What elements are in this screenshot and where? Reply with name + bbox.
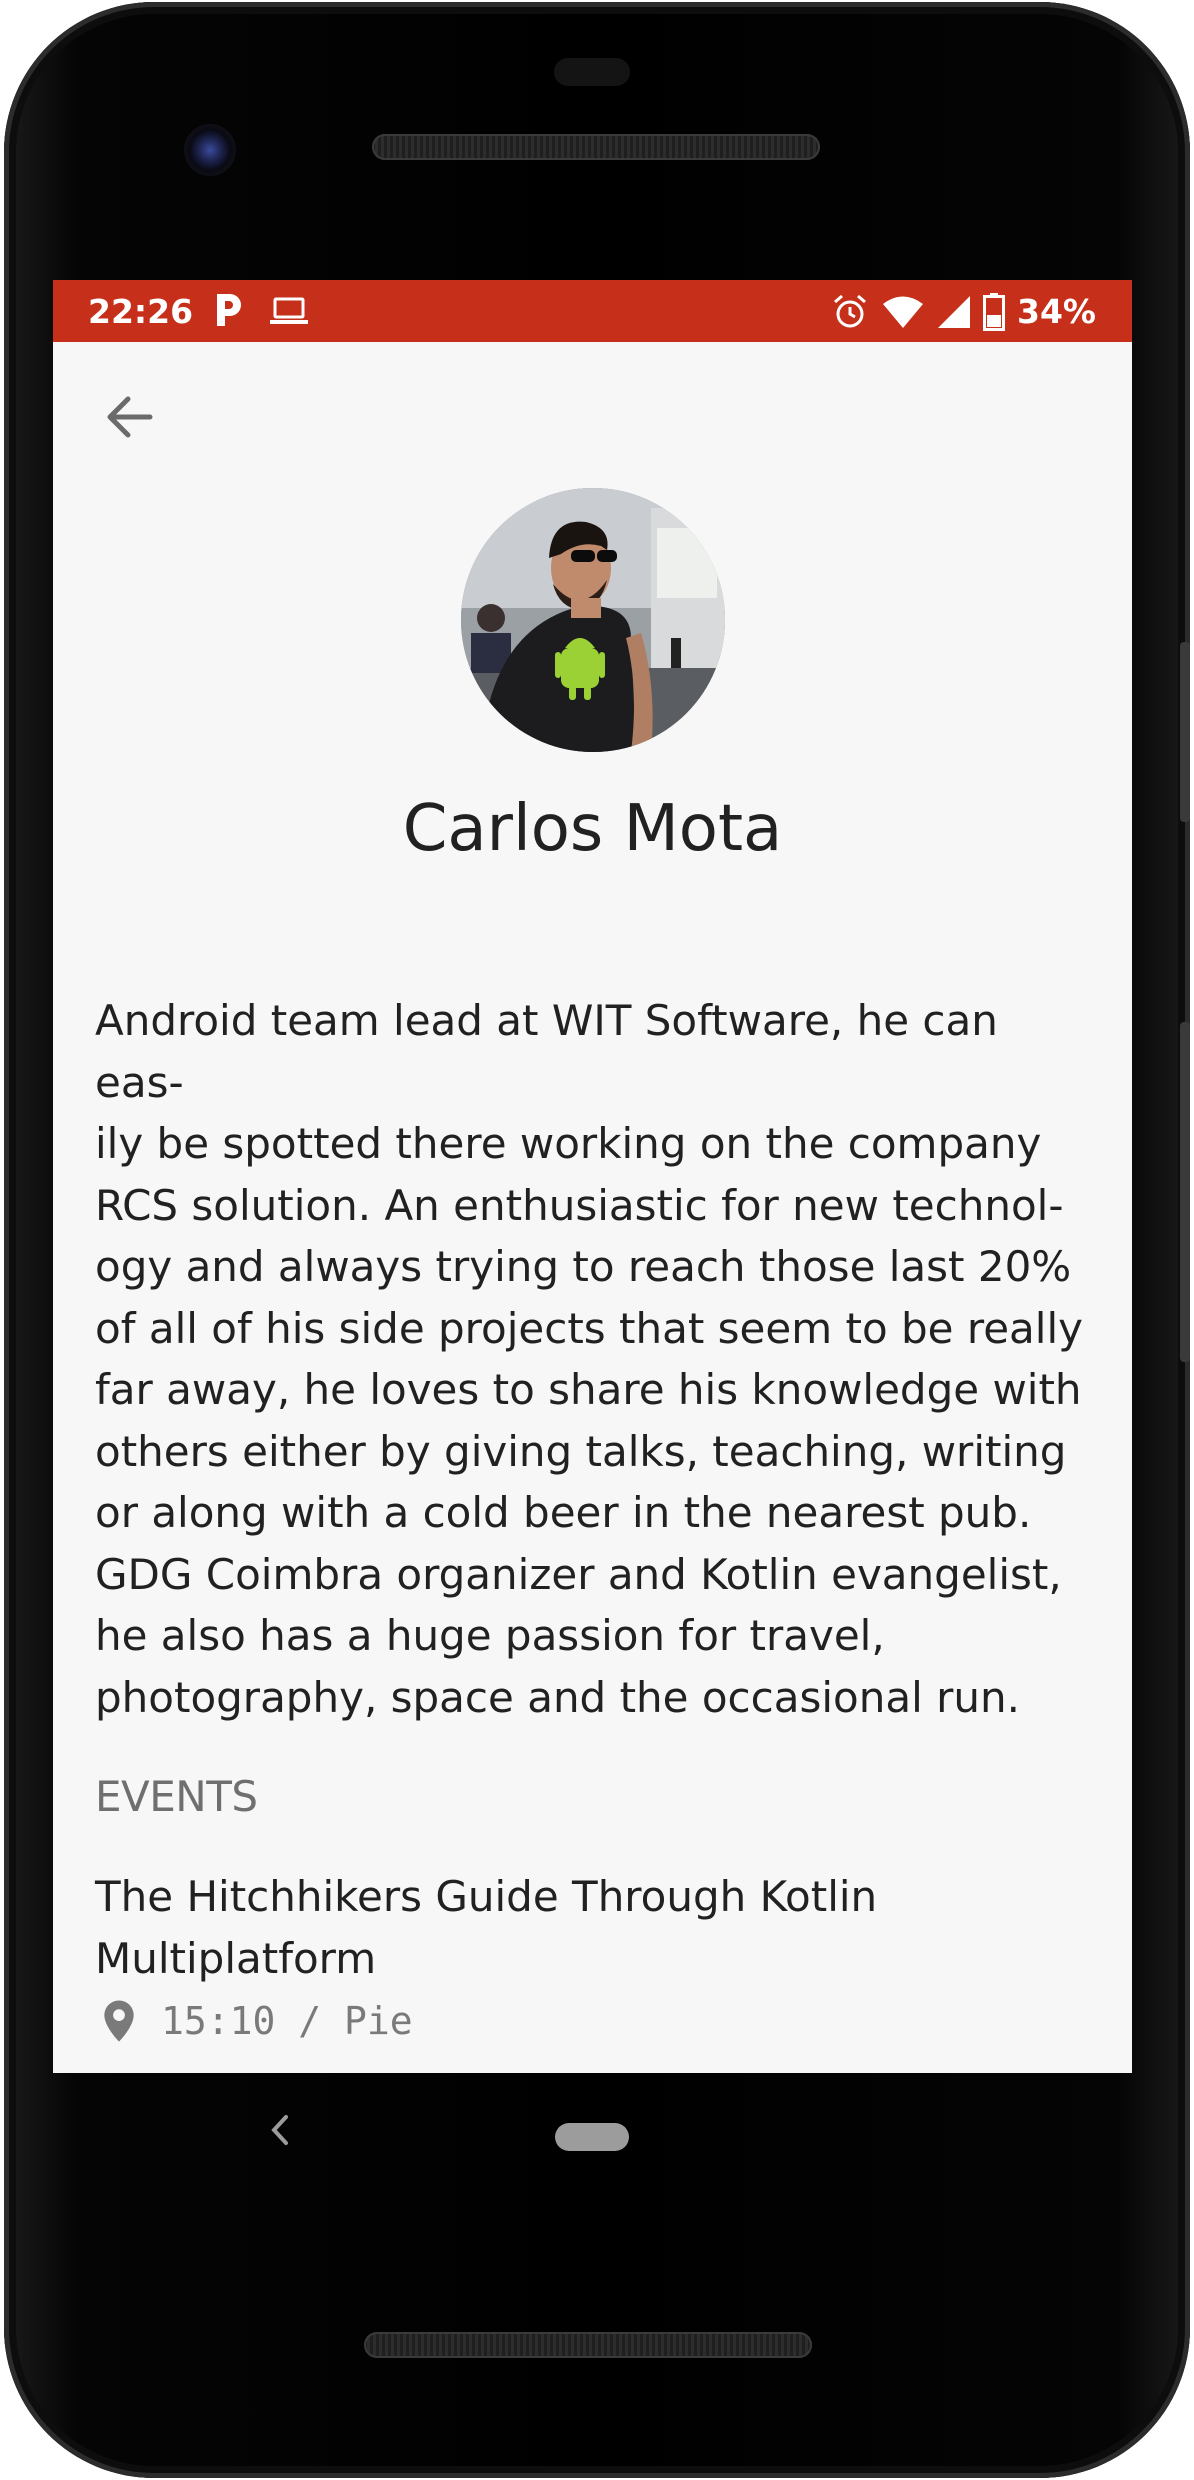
bio-line: photography, space and the occasional ru…: [95, 1672, 1020, 1722]
laptop-icon: [270, 297, 308, 324]
events-section-header: EVENTS: [95, 1772, 258, 1821]
wifi-icon: [883, 296, 923, 328]
bio-line: he also has a huge passion for travel,: [95, 1611, 885, 1660]
front-camera: [184, 124, 236, 176]
speaker-photo: [461, 488, 725, 752]
event-title-line: Multiplatform: [95, 1933, 377, 1983]
back-button[interactable]: [93, 380, 167, 454]
bio-line: RCS solution. An enthusiastic for new te…: [95, 1180, 1064, 1230]
battery-percent: 34%: [1017, 292, 1096, 331]
event-list-item[interactable]: The Hitchhikers Guide Through Kotlin Mul…: [95, 1866, 1095, 2043]
nav-back-icon[interactable]: [268, 2113, 292, 2147]
event-title: The Hitchhikers Guide Through Kotlin Mul…: [95, 1866, 1095, 1989]
bio-line: ogy and always trying to reach those las…: [95, 1242, 1072, 1291]
status-right-group: 34%: [831, 292, 1096, 331]
speaker-name: Carlos Mota: [402, 792, 783, 866]
bottom-speaker: [364, 2332, 812, 2358]
status-bar: 22:26 34%: [53, 280, 1132, 342]
app-screen: 22:26 34% Carlos Mota Android team lead …: [53, 280, 1132, 2073]
location-pin-icon: [104, 2000, 134, 2042]
power-button: [1180, 642, 1190, 822]
proximity-sensor: [554, 58, 630, 86]
parking-icon: [217, 294, 241, 326]
status-time: 22:26: [88, 292, 194, 331]
event-time-location: 15:10 / Pie: [161, 1999, 413, 2043]
bio-line: or along with a cold beer in the nearest…: [95, 1488, 1032, 1537]
bio-line: others either by giving talks, teaching,…: [95, 1426, 1067, 1476]
earpiece-speaker: [372, 134, 820, 160]
bio-line: GDG Coimbra organizer and Kotlin evangel…: [95, 1549, 1062, 1599]
battery-icon: [983, 292, 1005, 331]
bio-line: of all of his side projects that seem to…: [95, 1303, 1083, 1353]
speaker-avatar: [461, 488, 725, 752]
bio-line: Android team lead at WIT Software, he ca…: [95, 996, 998, 1107]
bio-line: ily be spotted there working on the comp…: [95, 1119, 1042, 1168]
speaker-bio: Android team lead at WIT Software, he ca…: [95, 990, 1095, 1728]
event-meta: 15:10 / Pie: [95, 1999, 1095, 2043]
volume-button: [1180, 1022, 1190, 1362]
arrow-left-icon: [107, 396, 153, 438]
event-title-line: The Hitchhikers Guide Through Kotlin: [95, 1872, 878, 1921]
cell-signal-icon: [938, 295, 970, 328]
system-nav-bar: [53, 2073, 1132, 2203]
bio-line: far away, he loves to share his knowledg…: [95, 1365, 1082, 1414]
alarm-icon: [834, 294, 866, 327]
nav-home-pill[interactable]: [555, 2123, 629, 2151]
